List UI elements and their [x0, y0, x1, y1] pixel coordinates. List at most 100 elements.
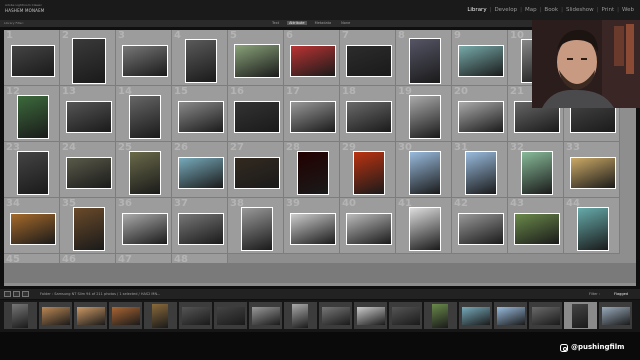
photo-thumbnail-image: [601, 306, 630, 325]
grid-thumbnail[interactable]: 30: [396, 142, 452, 198]
grid-thumbnail[interactable]: 2: [60, 30, 116, 86]
photo-thumbnail-image: [66, 101, 112, 133]
thumbnail-index: 3: [118, 30, 125, 41]
grid-thumbnail[interactable]: 32: [508, 142, 564, 198]
filmstrip-thumbnail[interactable]: [564, 302, 597, 329]
module-library[interactable]: Library: [467, 7, 486, 13]
grid-thumbnail[interactable]: 25: [116, 142, 172, 198]
grid-thumbnail[interactable]: 38: [228, 198, 284, 254]
photo-thumbnail-image: [290, 45, 336, 77]
photo-thumbnail-image: [531, 306, 560, 325]
filmstrip-thumbnail[interactable]: [179, 302, 212, 329]
photo-thumbnail-image: [409, 38, 441, 84]
grid-thumbnail[interactable]: 5: [228, 30, 284, 86]
grid-thumbnail[interactable]: 28: [284, 142, 340, 198]
grid-thumbnail[interactable]: 4: [172, 30, 228, 86]
grid-thumbnail[interactable]: 26: [172, 142, 228, 198]
photo-thumbnail-image: [72, 38, 106, 84]
filmstrip-thumbnail[interactable]: [249, 302, 282, 329]
monitor-2-icon[interactable]: [13, 291, 20, 297]
thumbnail-index: 20: [454, 86, 468, 97]
grid-thumbnail[interactable]: 41: [396, 198, 452, 254]
grid-thumbnail[interactable]: 24: [60, 142, 116, 198]
filmstrip-toolbar: Folder : Samsung NT Slim 94 of 211 photo…: [0, 289, 640, 299]
grid-thumbnail[interactable]: 13: [60, 86, 116, 142]
filmstrip-thumbnail[interactable]: [319, 302, 352, 329]
grid-thumbnail[interactable]: 8: [396, 30, 452, 86]
filmstrip-thumbnail[interactable]: [354, 302, 387, 329]
monitor-1-icon[interactable]: [4, 291, 11, 297]
grid-thumbnail[interactable]: 18: [340, 86, 396, 142]
thumbnail-index: 17: [286, 86, 300, 97]
webcam-overlay: [532, 20, 640, 108]
filmstrip-thumbnail[interactable]: [494, 302, 527, 329]
filmstrip-thumbnail[interactable]: [39, 302, 72, 329]
filmstrip-thumbnail[interactable]: [459, 302, 492, 329]
grid-thumbnail[interactable]: 7: [340, 30, 396, 86]
filmstrip-filter-value[interactable]: Flagged: [614, 292, 628, 296]
grid-thumbnail[interactable]: 15: [172, 86, 228, 142]
module-print[interactable]: Print: [601, 7, 614, 13]
filmstrip-thumbnail[interactable]: [144, 302, 177, 329]
module-slideshow[interactable]: Slideshow: [566, 7, 594, 13]
grid-thumbnail[interactable]: 31: [452, 142, 508, 198]
grid-thumbnail[interactable]: 35: [60, 198, 116, 254]
grid-thumbnail[interactable]: 9: [452, 30, 508, 86]
photo-thumbnail-image: [129, 95, 161, 139]
filmstrip-thumbnail[interactable]: [424, 302, 457, 329]
module-book[interactable]: Book: [544, 7, 558, 13]
photo-thumbnail-image: [178, 101, 224, 133]
grid-thumbnail[interactable]: 1: [4, 30, 60, 86]
filmstrip-thumbnail[interactable]: [284, 302, 317, 329]
grid-thumbnail[interactable]: 29: [340, 142, 396, 198]
photo-thumbnail-image: [432, 303, 448, 328]
filter-metadata[interactable]: Metadata: [313, 21, 334, 25]
grid-thumbnail[interactable]: 27: [228, 142, 284, 198]
module-develop[interactable]: Develop: [494, 7, 517, 13]
module-web[interactable]: Web: [622, 7, 634, 13]
filmstrip: [0, 300, 640, 332]
filter-attribute[interactable]: Attribute: [287, 21, 307, 25]
photo-thumbnail-image: [290, 213, 336, 245]
photo-thumbnail-image: [152, 303, 168, 328]
filter-text[interactable]: Text: [270, 21, 281, 25]
grid-thumbnail[interactable]: 12: [4, 86, 60, 142]
grid-thumbnail[interactable]: 14: [116, 86, 172, 142]
grid-thumbnail[interactable]: 34: [4, 198, 60, 254]
filmstrip-thumbnail[interactable]: [74, 302, 107, 329]
grid-thumbnail[interactable]: 16: [228, 86, 284, 142]
thumbnail-index: 21: [510, 86, 524, 97]
grid-thumbnail[interactable]: 6: [284, 30, 340, 86]
grid-thumbnail[interactable]: 43: [508, 198, 564, 254]
filmstrip-thumbnail[interactable]: [529, 302, 562, 329]
filmstrip-thumbnail[interactable]: [599, 302, 632, 329]
photo-thumbnail-image: [234, 101, 280, 133]
filmstrip-thumbnail[interactable]: [4, 302, 37, 329]
grid-thumbnail[interactable]: 37: [172, 198, 228, 254]
photo-thumbnail-image: [122, 45, 168, 77]
module-map[interactable]: Map: [525, 7, 537, 13]
photo-thumbnail-image: [292, 303, 308, 328]
grid-thumbnail[interactable]: 33: [564, 142, 620, 198]
grid-thumbnail[interactable]: 3: [116, 30, 172, 86]
grid-view-icon[interactable]: [22, 291, 29, 297]
grid-thumbnail[interactable]: 42: [452, 198, 508, 254]
grid-thumbnail[interactable]: 20: [452, 86, 508, 142]
filmstrip-thumbnail[interactable]: [109, 302, 142, 329]
presenter-face-image: [532, 20, 640, 108]
grid-thumbnail[interactable]: 39: [284, 198, 340, 254]
module-picker: Library | Develop | Map | Book | Slidesh…: [467, 7, 634, 13]
filter-options: Text Attribute Metadata None: [270, 21, 352, 25]
grid-thumbnail[interactable]: 40: [340, 198, 396, 254]
filmstrip-thumbnail[interactable]: [214, 302, 247, 329]
grid-thumbnail[interactable]: 17: [284, 86, 340, 142]
grid-thumbnail[interactable]: 19: [396, 86, 452, 142]
filmstrip-source-info[interactable]: Folder : Samsung NT Slim 94 of 211 photo…: [40, 292, 160, 296]
filmstrip-thumbnail[interactable]: [389, 302, 422, 329]
filter-none[interactable]: None: [339, 21, 352, 25]
photo-thumbnail-image: [496, 306, 525, 325]
thumbnail-index: 4: [174, 30, 181, 41]
grid-thumbnail[interactable]: 23: [4, 142, 60, 198]
grid-thumbnail[interactable]: 44: [564, 198, 620, 254]
grid-thumbnail[interactable]: 36: [116, 198, 172, 254]
